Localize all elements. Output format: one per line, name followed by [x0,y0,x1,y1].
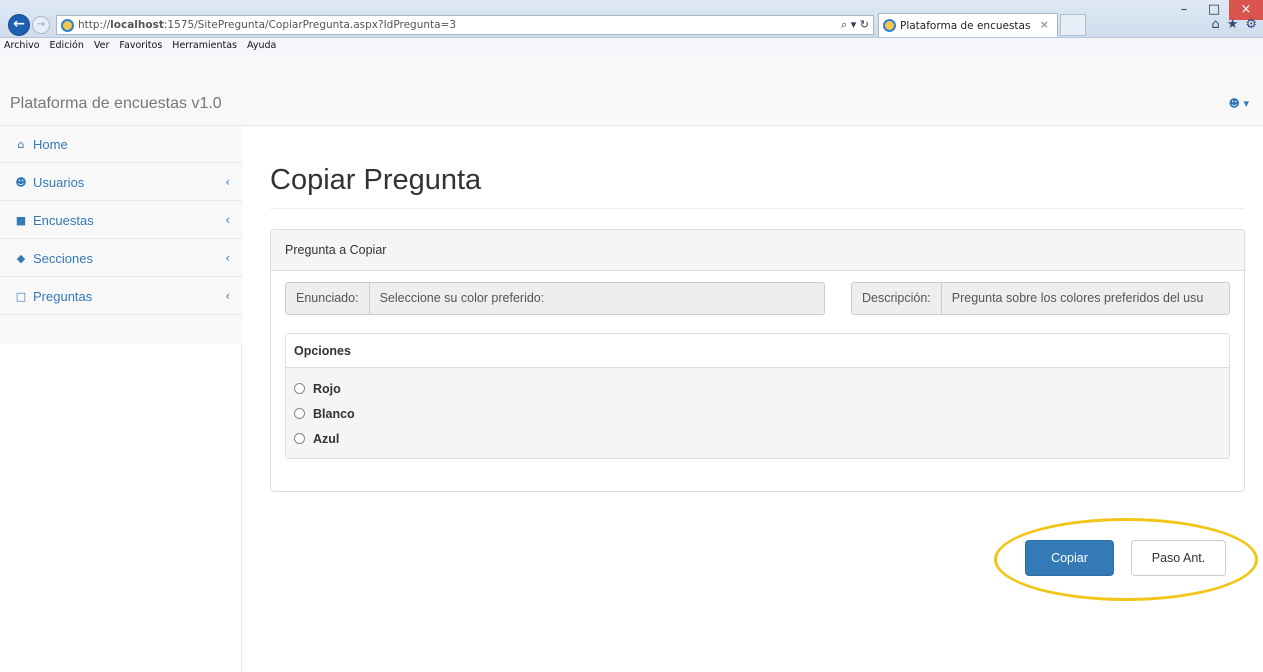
tab-title: Plataforma de encuestas [900,19,1031,32]
highlight-annotation [994,518,1258,601]
ie-logo-icon [61,18,74,32]
new-tab-button[interactable] [1060,14,1086,36]
tab-close-icon[interactable]: × [1040,18,1049,31]
menu-ver[interactable]: Ver [94,38,110,53]
sidebar-item-home[interactable]: ⌂ Home [0,126,242,163]
browser-chrome: – □ × ← → http://localhost:1575/SitePreg… [0,0,1263,38]
option-rojo[interactable]: Rojo [286,376,1229,401]
address-url: http://localhost:1575/SitePregunta/Copia… [78,19,457,31]
option-label: Azul [313,431,340,446]
chevron-left-icon: ‹ [225,289,230,303]
chevron-left-icon: ‹ [225,213,230,227]
address-bar[interactable]: http://localhost:1575/SitePregunta/Copia… [56,15,874,35]
enunciado-field: Enunciado: Seleccione su color preferido… [285,282,825,315]
radio-button[interactable] [294,408,305,419]
favorites-star-icon[interactable]: ★ [1227,17,1239,32]
options-heading: Opciones [286,334,1229,368]
minimize-button[interactable]: – [1169,0,1199,20]
settings-gear-icon[interactable]: ⚙ [1245,17,1257,32]
search-refresh-icon[interactable]: ⌕ ▾ ↻ [841,16,869,34]
back-arrow-icon[interactable]: ← [8,14,30,36]
home-icon: ⌂ [17,137,25,151]
enunciado-input[interactable]: Seleccione su color preferido: [369,283,824,314]
chevron-left-icon: ‹ [225,251,230,265]
browser-toolbar-icons: ⌂ ★ ⚙ [1211,17,1257,32]
option-azul[interactable]: Azul [286,426,1229,451]
sidebar-item-secciones[interactable]: ◆ Secciones ‹ [0,240,242,277]
tags-icon: ◆ [16,251,26,265]
page-title: Copiar Pregunta [270,164,482,196]
sidebar-item-label: Preguntas [33,288,93,304]
options-panel: Opciones Rojo Blanco Azul [285,333,1230,459]
descripcion-field: Descripción: Pregunta sobre los colores … [851,282,1230,315]
user-menu-icon[interactable]: ☻ ▾ [1229,97,1250,110]
sidebar-item-preguntas[interactable]: □ Preguntas ‹ [0,278,242,315]
menu-edicion[interactable]: Edición [50,38,84,53]
sidebar-item-encuestas[interactable]: ■ Encuestas ‹ [0,202,242,239]
chevron-left-icon: ‹ [225,175,230,189]
option-label: Rojo [313,381,341,396]
sidebar: ⌂ Home ☻ Usuarios ‹ ■ Encuestas ‹ ◆ Secc… [0,126,242,672]
sidebar-item-label: Usuarios [33,174,85,190]
option-label: Blanco [313,406,355,421]
options-list: Rojo Blanco Azul [286,368,1229,458]
sidebar-item-usuarios[interactable]: ☻ Usuarios ‹ [0,164,242,201]
sidebar-item-label: Secciones [33,250,93,266]
descripcion-label: Descripción: [852,283,942,314]
title-divider [270,208,1245,209]
bookmark-icon: ■ [15,213,27,227]
users-icon: ☻ [15,175,27,189]
browser-menubar: Archivo Edición Ver Favoritos Herramient… [0,38,1263,53]
enunciado-label: Enunciado: [286,283,370,314]
descripcion-input[interactable]: Pregunta sobre los colores preferidos de… [941,283,1229,314]
browser-tab[interactable]: Plataforma de encuestas × [878,13,1058,37]
home-toolbar-icon[interactable]: ⌂ [1211,17,1219,32]
menu-ayuda[interactable]: Ayuda [247,38,276,53]
panel-heading: Pregunta a Copiar [271,230,1244,271]
radio-button[interactable] [294,383,305,394]
menu-archivo[interactable]: Archivo [4,38,40,53]
app-navbar: Plataforma de encuestas v1.0 ☻ ▾ [0,53,1263,126]
menu-favoritos[interactable]: Favoritos [119,38,162,53]
sidebar-item-label: Encuestas [33,212,94,228]
option-blanco[interactable]: Blanco [286,401,1229,426]
question-panel: Pregunta a Copiar Enunciado: Seleccione … [270,229,1245,492]
forward-arrow-icon[interactable]: → [32,16,50,34]
bookmark-outline-icon: □ [15,289,27,303]
radio-button[interactable] [294,433,305,444]
tab-ie-logo-icon [883,19,896,32]
sidebar-item-label: Home [33,136,68,152]
menu-herramientas[interactable]: Herramientas [172,38,237,53]
app-brand[interactable]: Plataforma de encuestas v1.0 [10,95,222,113]
